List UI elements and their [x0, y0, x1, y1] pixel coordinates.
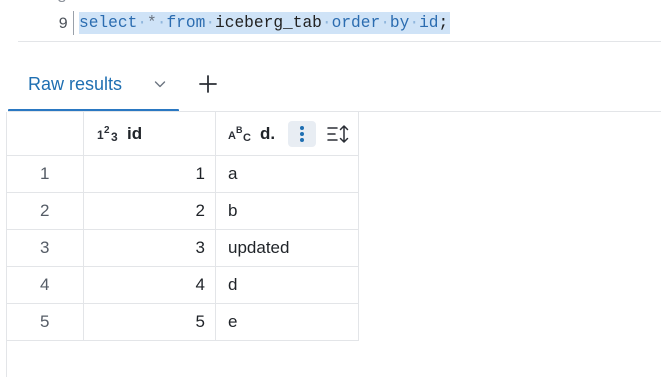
svg-text:1: 1: [97, 128, 104, 142]
table-row[interactable]: 4 4 d: [7, 267, 359, 304]
numeric-type-icon: 1 2 3: [97, 125, 118, 144]
table-row[interactable]: 3 3 updated: [7, 230, 359, 267]
row-number: 2: [7, 193, 84, 229]
table-row[interactable]: 2 2 b: [7, 193, 359, 230]
cell-d[interactable]: a: [216, 156, 359, 192]
grid-header-row: 1 2 3 id A B C d.: [7, 112, 359, 156]
cell-id[interactable]: 5: [84, 304, 216, 340]
code-line-selected[interactable]: select·*·from·iceberg_tab·order·by·id;: [79, 12, 451, 34]
cell-id[interactable]: 1: [84, 156, 216, 192]
column-header-id[interactable]: 1 2 3 id: [84, 112, 216, 155]
cell-d[interactable]: d: [216, 267, 359, 303]
table-row[interactable]: 1 1 a: [7, 156, 359, 193]
svg-text:C: C: [243, 132, 251, 144]
cell-id[interactable]: 4: [84, 267, 216, 303]
sql-punctuation: ;: [438, 14, 449, 32]
cell-d[interactable]: b: [216, 193, 359, 229]
cell-d[interactable]: updated: [216, 230, 359, 266]
editor-bottom-border: [18, 41, 661, 42]
sql-keyword: order: [331, 14, 381, 32]
sql-keyword: by: [389, 14, 410, 32]
sql-keyword: from: [166, 14, 206, 32]
column-header-label: id: [127, 123, 143, 143]
column-menu-button[interactable]: [288, 121, 316, 147]
line-number: 8: [57, 0, 67, 7]
more-vertical-icon: [300, 126, 304, 142]
sql-results-panel: 8 9 select·*·from·iceberg_tab·order·by·i…: [0, 0, 661, 377]
svg-text:3: 3: [111, 130, 118, 144]
row-number: 3: [7, 230, 84, 266]
sql-editor[interactable]: 8 9 select·*·from·iceberg_tab·order·by·i…: [0, 0, 661, 42]
sql-identifier: iceberg_tab: [215, 14, 322, 32]
cell-d[interactable]: e: [216, 304, 359, 340]
row-number: 1: [7, 156, 84, 192]
column-header-d[interactable]: A B C d.: [216, 112, 359, 155]
column-header-label: d.: [260, 123, 276, 143]
results-tab-bar: Raw results: [0, 60, 661, 112]
tab-label: Raw results: [28, 74, 123, 94]
text-type-icon: A B C: [228, 125, 251, 144]
results-grid: 1 2 3 id A B C d. 1 1 a 2 2 b 3 3 update…: [7, 112, 359, 341]
row-number: 5: [7, 304, 84, 340]
add-tab-icon[interactable]: [196, 72, 220, 96]
tab-raw-results[interactable]: Raw results: [8, 60, 179, 112]
line-number: 9: [58, 15, 68, 33]
svg-text:2: 2: [104, 125, 110, 136]
row-number-header: [7, 112, 84, 155]
cell-id[interactable]: 2: [84, 193, 216, 229]
editor-gutter-divider: [73, 11, 74, 35]
row-number: 4: [7, 267, 84, 303]
sql-identifier: id: [419, 14, 439, 32]
sql-operator: *: [147, 14, 157, 32]
table-row[interactable]: 5 5 e: [7, 304, 359, 341]
cell-id[interactable]: 3: [84, 230, 216, 266]
sql-keyword: select: [79, 14, 138, 32]
sort-icon[interactable]: [326, 123, 352, 145]
svg-text:A: A: [228, 130, 236, 142]
chevron-down-icon[interactable]: [152, 76, 168, 92]
svg-text:B: B: [236, 125, 243, 135]
